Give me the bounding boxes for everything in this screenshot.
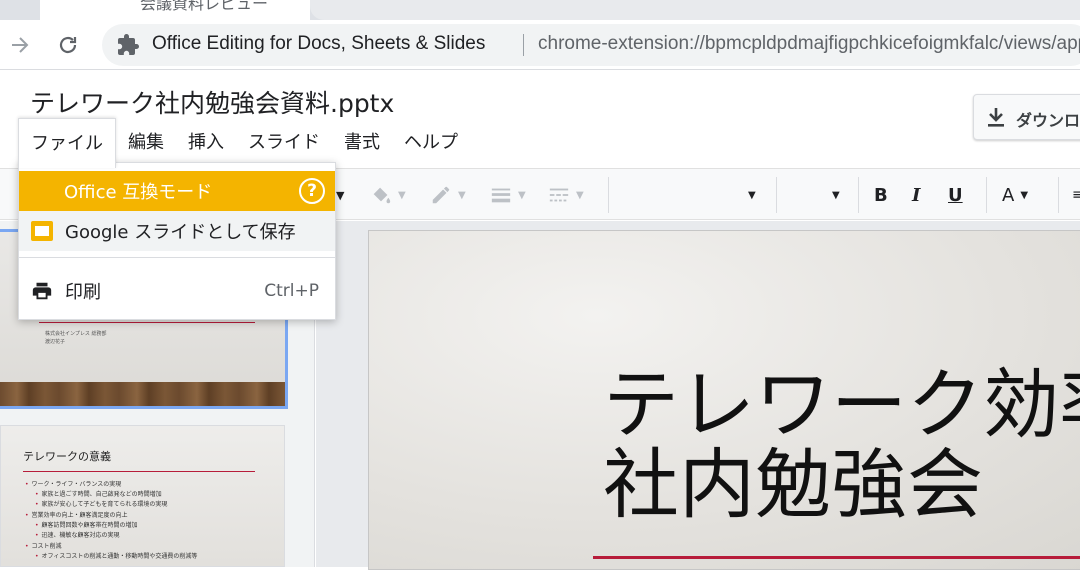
slide-thumbnail-2[interactable]: テレワークの意義 • ワーク・ライフ・バランスの実現 • 家族と過ごす時間、自己啟発… [0,425,285,567]
print-shortcut: Ctrl+P [264,281,319,301]
thumbnail-bullet: • 迅速、機敏な顧客対応の実現 [35,532,120,539]
toolbar-separator [858,177,859,213]
shape-dropdown[interactable]: ▼ [336,181,344,209]
underline-button[interactable]: U [948,181,963,209]
dropdown-caret-icon: ▼ [518,189,526,201]
printer-icon [32,282,52,300]
google-slides-icon [31,221,53,241]
align-icon: ≡ [1072,187,1080,203]
dropdown-caret-icon: ▼ [576,189,584,201]
address-bar[interactable]: Office Editing for Docs, Sheets & Slides… [102,24,1080,66]
border-weight-button[interactable]: ▼ [490,181,526,209]
pencil-icon [432,186,450,204]
download-button[interactable]: ダウンロード [973,94,1080,140]
thumbnail-title: テレワークの意義 [23,450,111,463]
office-compat-mode-item[interactable]: Office 互換モード ? [19,171,335,211]
menu-insert[interactable]: 挿入 [176,118,236,168]
toolbar-separator [1058,177,1059,213]
menu-format[interactable]: 書式 [332,118,392,168]
save-as-google-slides-item[interactable]: Google スライドとして保存 [19,211,335,251]
bold-button[interactable]: B [874,181,888,209]
menu-divider [19,257,335,258]
fill-color-button[interactable]: ▼ [370,181,406,209]
save-as-google-slides-label: Google スライドとして保存 [65,222,296,243]
browser-toolbar: Office Editing for Docs, Sheets & Slides… [0,20,1080,70]
italic-icon: I [912,184,921,206]
thumbnail-bullet: • オフィスコストの削減と通勤・移動時間や交通費の削減等 [35,553,198,560]
text-color-icon: A [1002,184,1015,206]
slide-title-line-2[interactable]: 社内勉強会 [603,445,983,525]
thumbnail-bullet: • コスト削減 [25,543,62,550]
thumbnail-bullet: • 顧客訪問回数や顧客帯在時間の増加 [35,522,138,529]
document-title[interactable]: テレワーク社内勉強会資料.pptx [30,84,394,120]
thumbnail-wood-floor [0,382,285,406]
print-label: 印刷 [65,282,101,303]
menu-edit[interactable]: 編集 [116,118,176,168]
menu-help[interactable]: ヘルプ [392,118,470,168]
forward-button[interactable] [2,27,38,63]
thumbnail-bullet: • 営業効率の向上・顧客満足度の向上 [25,512,128,519]
download-icon [988,108,1004,127]
align-button[interactable]: ≡ [1072,181,1080,209]
thumbnail-author: 渡辺花子 [45,339,66,345]
url-text: chrome-extension://bpmcpldpdmajfigpchkic… [538,33,1080,54]
current-slide[interactable]: テレワーク効率 社内勉強会 [368,230,1080,570]
slide-canvas: テレワーク効率 社内勉強会 [316,221,1080,570]
border-dash-button[interactable]: ▼ [548,181,584,209]
print-item[interactable]: 印刷 Ctrl+P [19,271,335,311]
menu-file[interactable]: ファイル [18,118,116,168]
forward-arrow-icon [12,37,29,53]
dropdown-caret-icon: ▼ [336,188,345,202]
font-size-dropdown[interactable]: ▼ [832,181,840,209]
help-circle-icon[interactable]: ? [299,178,325,204]
bold-icon: B [874,184,888,206]
extension-site-name: Office Editing for Docs, Sheets & Slides [152,33,486,54]
dropdown-caret-icon: ▼ [832,189,840,201]
dropdown-caret-icon: ▼ [748,189,756,201]
toolbar-separator [776,177,777,213]
paint-bucket-icon [373,187,391,204]
toolbar-separator [608,177,609,213]
menu-slide[interactable]: スライド [236,118,332,168]
underline-icon: U [948,184,963,206]
dropdown-caret-icon: ▼ [458,189,466,201]
download-label: ダウンロード [1016,111,1080,130]
border-color-button[interactable]: ▼ [430,181,466,209]
file-menu-dropdown: Office 互換モード ? Google スライドとして保存 印刷 Ctrl+… [18,162,336,320]
office-compat-mode-label: Office 互換モード [64,182,213,203]
browser-tab-strip: 会議資料レビュー [0,0,1080,20]
toolbar-separator [986,177,987,213]
line-weight-icon [491,188,511,203]
menu-bar: ファイル 編集 挿入 スライド 書式 ヘルプ [18,118,470,168]
font-family-dropdown[interactable]: ▼ [748,181,756,209]
italic-button[interactable]: I [912,181,920,209]
text-color-button[interactable]: A ▼ [1002,181,1028,209]
thumbnail-bullet: • 家族と過ごす時間、自己啟発などの時間増加 [35,491,162,498]
puzzle-extension-icon [118,34,139,55]
thumbnail-accent-line [23,471,255,472]
thumbnail-accent-line [39,322,255,323]
tab-strip-empty-area [310,0,1080,20]
omnibox-divider [523,34,524,56]
browser-tab[interactable]: 会議資料レビュー [40,0,310,20]
browser-tab-title: 会議資料レビュー [140,0,269,13]
dropdown-caret-icon: ▼ [398,189,406,201]
reload-button[interactable] [50,27,86,63]
reload-icon [59,36,77,54]
thumbnail-subtitle: 株式会社インプレス 総務部 [45,331,107,337]
line-dash-icon [549,188,569,202]
thumbnail-bullet: • ワーク・ライフ・バランスの実現 [25,481,122,488]
dropdown-caret-icon: ▼ [1020,189,1029,201]
thumbnail-bullet: • 家族が安心して子どもを育てられる環境の実現 [35,501,168,508]
slide-title-line-1[interactable]: テレワーク効率 [603,365,1080,445]
slide-accent-line [593,556,1080,559]
